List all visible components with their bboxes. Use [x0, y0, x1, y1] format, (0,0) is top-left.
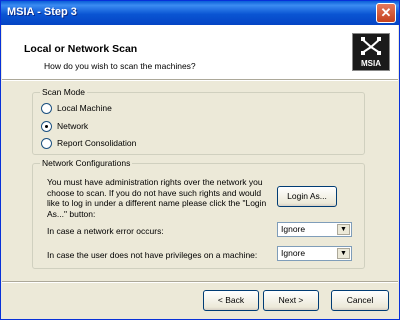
next-button[interactable]: Next > — [263, 290, 319, 311]
header-divider — [2, 79, 398, 81]
radio-label: Report Consolidation — [57, 138, 137, 148]
network-description: You must have administration rights over… — [47, 177, 267, 219]
radio-label: Network — [57, 121, 89, 131]
chevron-down-icon[interactable]: ▼ — [337, 248, 350, 259]
privileges-label: In case the user does not have privilege… — [47, 250, 258, 260]
logo-mark-icon — [361, 37, 381, 55]
wizard-header: Local or Network Scan How do you wish to… — [2, 25, 398, 79]
login-as-button[interactable]: Login As... — [277, 186, 337, 207]
radio-button[interactable] — [41, 138, 52, 149]
select-value: Ignore — [281, 224, 306, 234]
wizard-window: MSIA - Step 3 ✕ Local or Network Scan Ho… — [0, 0, 400, 320]
cancel-button[interactable]: Cancel — [331, 290, 389, 311]
close-button[interactable]: ✕ — [376, 3, 396, 23]
network-configurations-label: Network Configurations — [40, 158, 133, 168]
logo-text: MSIA — [361, 59, 381, 68]
radio-label: Local Machine — [57, 103, 112, 113]
scan-mode-label: Scan Mode — [40, 87, 87, 97]
page-subtitle: How do you wish to scan the machines? — [44, 61, 196, 71]
privileges-select[interactable]: Ignore ▼ — [277, 246, 352, 261]
radio-button[interactable] — [41, 121, 52, 132]
page-title: Local or Network Scan — [24, 43, 138, 55]
network-error-select[interactable]: Ignore ▼ — [277, 222, 352, 237]
close-icon: ✕ — [380, 5, 392, 20]
window-title: MSIA - Step 3 — [7, 6, 77, 18]
msia-logo-icon: MSIA — [352, 33, 390, 71]
network-error-label: In case a network error occurs: — [47, 226, 164, 236]
back-button[interactable]: < Back — [203, 290, 259, 311]
select-value: Ignore — [281, 248, 306, 258]
chevron-down-icon[interactable]: ▼ — [337, 224, 350, 235]
scan-mode-group: Scan Mode Local Machine Network Report C… — [32, 87, 365, 155]
network-configurations-group: Network Configurations You must have adm… — [32, 158, 365, 269]
title-bar[interactable]: MSIA - Step 3 ✕ — [1, 1, 399, 25]
radio-button[interactable] — [41, 103, 52, 114]
footer-divider — [2, 281, 398, 283]
